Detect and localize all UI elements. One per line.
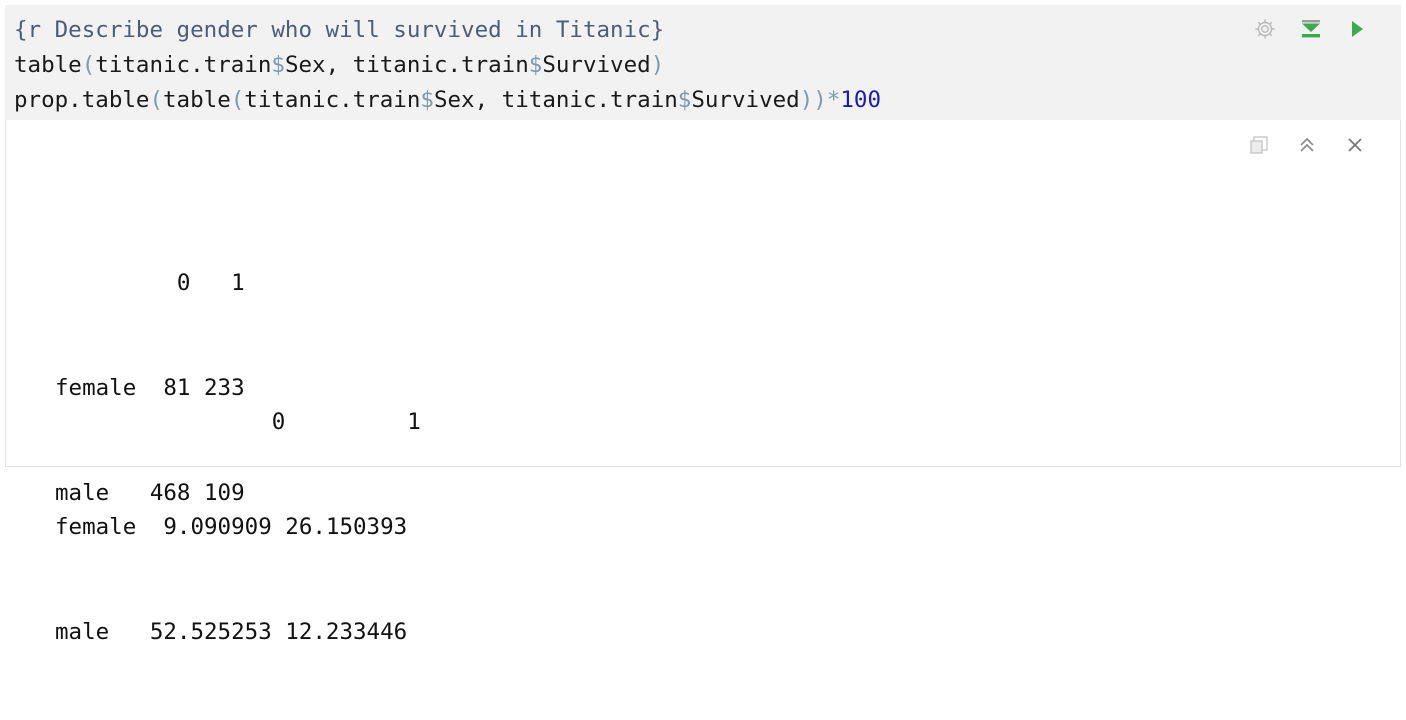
collapse-output-icon [1300,137,1314,152]
table-output-proportions: 0 1 female 9.090909 26.150393 male 52.52… [55,335,421,720]
table-row: male 52.525253 12.233446 [55,619,408,645]
code-token: Survived [691,87,800,113]
code-token: * [826,87,841,113]
code-token: prop.table [14,87,150,113]
chunk-header[interactable]: {r Describe gender who will survived in … [14,13,664,47]
table-row: female 9.090909 26.150393 [55,514,408,540]
chunk-toolbar [1251,15,1371,43]
code-line-2[interactable]: table(titanic.train$Sex, titanic.train$S… [14,48,664,82]
code-token: ( [149,87,164,113]
run-previous-chunks-button[interactable] [1297,15,1325,43]
collapse-output-button[interactable] [1294,132,1320,158]
code-token: ( [81,52,96,78]
chunk-output: 0 1 female 81 233 male 468 109 0 1 femal… [5,120,1401,645]
table-header: 0 1 [55,409,421,435]
code-token: titanic.train [95,52,272,78]
code-token: titanic.train [244,87,421,113]
run-previous-chunks-icon [1302,20,1320,38]
code-line-3[interactable]: prop.table(table(titanic.train$Sex, tita… [14,83,881,117]
code-token: ( [230,87,245,113]
chunk-settings-button[interactable] [1251,15,1279,43]
run-chunk-button[interactable] [1343,15,1371,43]
code-token: Sex, titanic.train [284,52,529,78]
table-header: 0 1 [55,270,245,296]
show-in-new-window-icon [1250,136,1268,154]
clear-output-button[interactable] [1342,132,1368,158]
code-token: $ [420,87,434,113]
code-token: $ [528,52,543,78]
code-token: $ [271,52,285,78]
code-token: table [14,52,82,78]
show-in-new-window-button[interactable] [1246,132,1272,158]
code-token: table [163,87,231,113]
close-icon [1348,138,1362,152]
code-token: Sex, titanic.train [433,87,678,113]
code-token: )) [799,87,827,113]
code-token: ) [650,52,665,78]
gear-icon [1255,19,1275,39]
code-token: 100 [840,87,881,113]
output-toolbar [1246,132,1368,158]
code-token: $ [677,87,692,113]
code-chunk[interactable]: {r Describe gender who will survived in … [5,5,1401,120]
code-token: Survived [542,52,651,78]
run-chunk-icon [1352,21,1363,37]
